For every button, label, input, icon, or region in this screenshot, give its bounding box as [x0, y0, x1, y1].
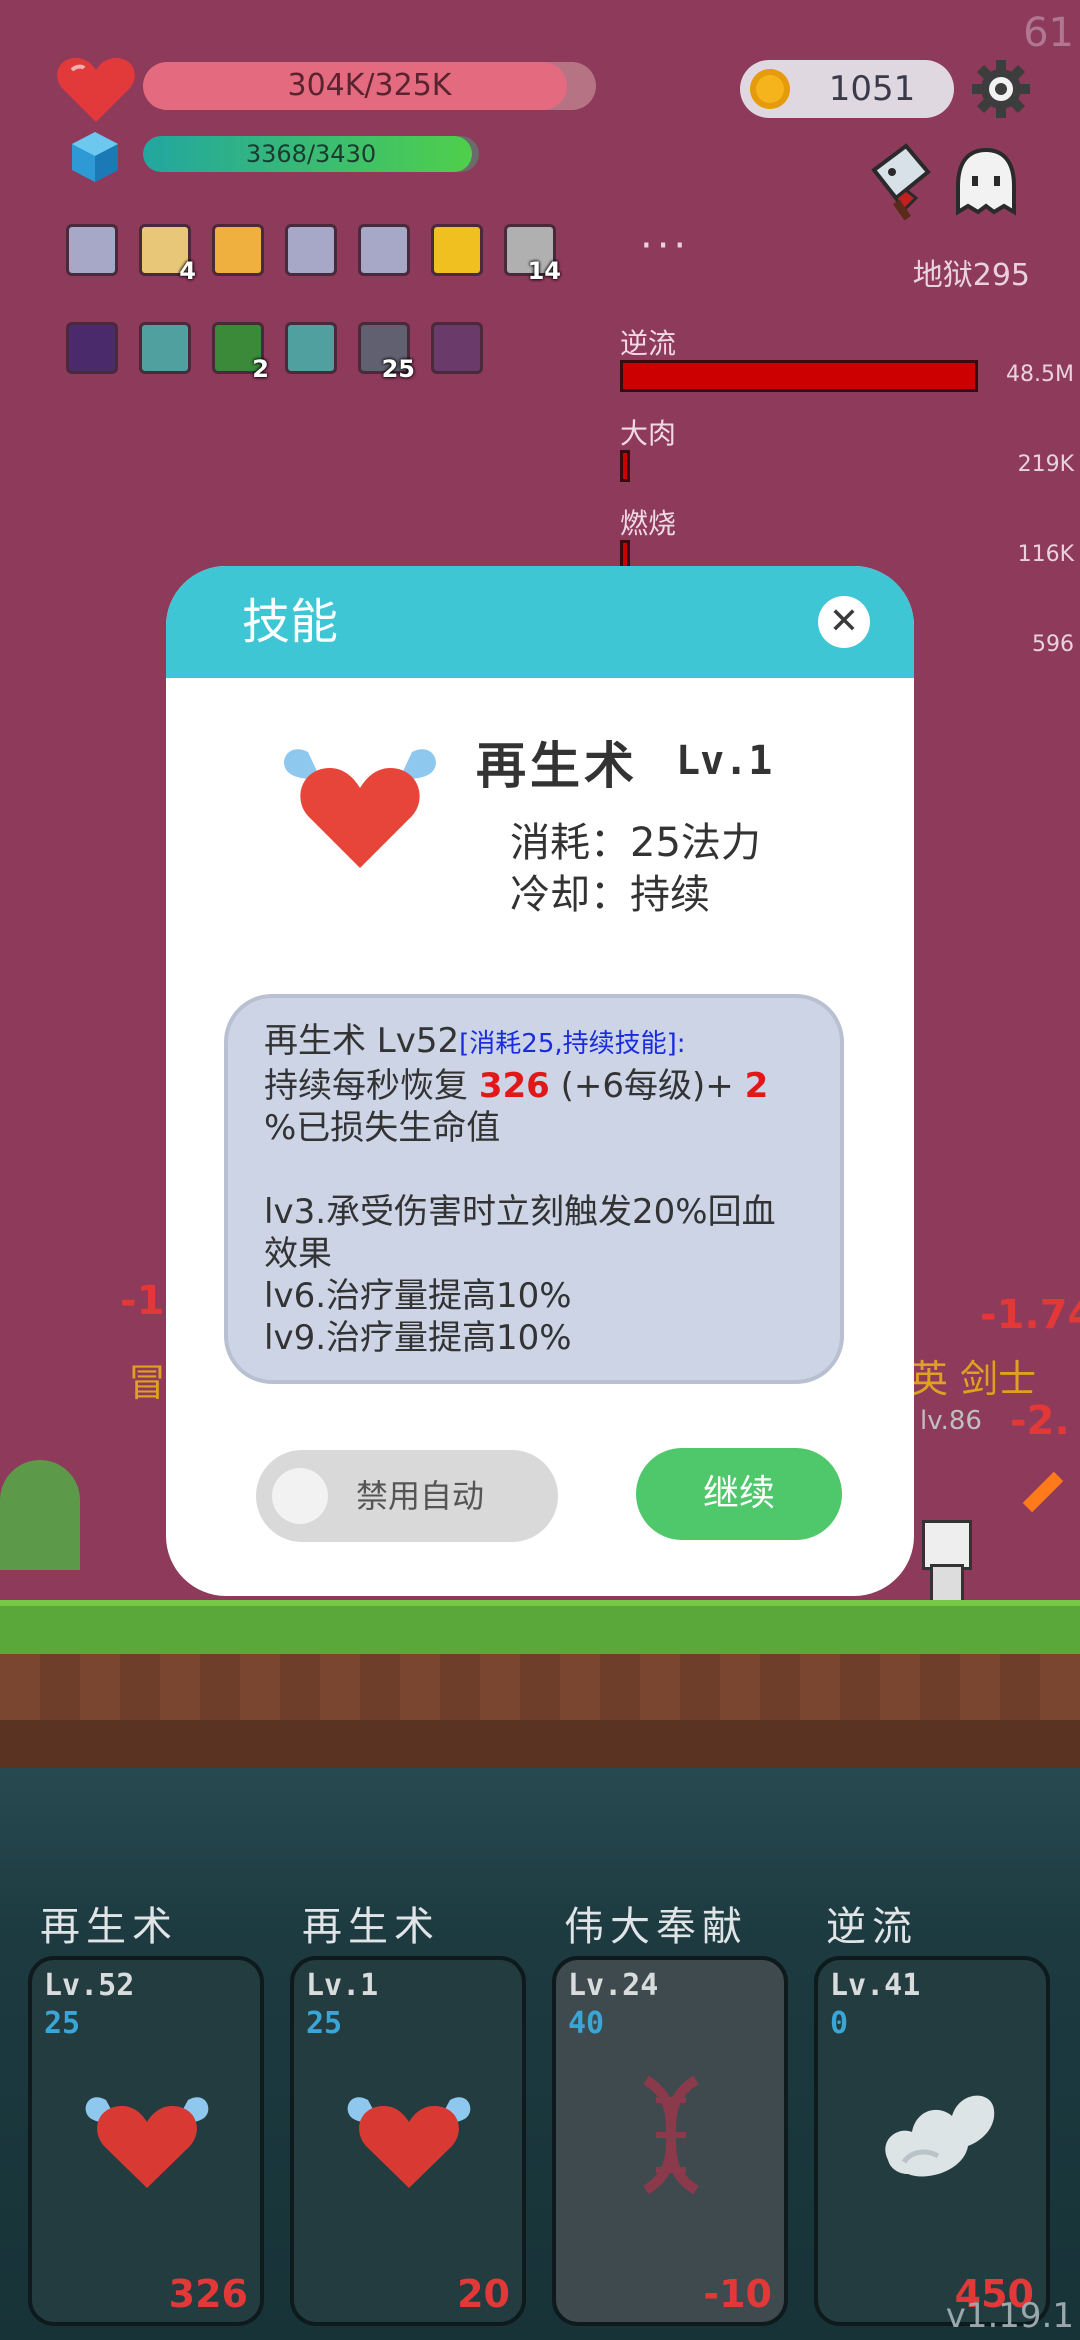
skill-card-title: 再生术: [40, 1904, 178, 1950]
skill-card-cost: 0: [830, 2006, 849, 2041]
skill-card-value: 326: [168, 2272, 248, 2316]
skill-card-cost: 25: [44, 2006, 81, 2041]
winged-heart-icon: [82, 2070, 212, 2200]
skill-card-title: 伟大奉献: [564, 1904, 748, 1950]
skill-card-title: 再生术: [302, 1904, 440, 1950]
skill-card-title: 逆流: [826, 1904, 918, 1950]
skill-card-value: -10: [703, 2272, 772, 2316]
version-label: v1.19.1: [945, 2296, 1074, 2336]
skill-card-level: Lv.41: [830, 1968, 921, 2003]
skill-card-value: 20: [457, 2272, 510, 2316]
skill-card-level: Lv.24: [568, 1968, 659, 2003]
skill-card-level: Lv.1: [306, 1968, 379, 2003]
dna-icon: [606, 2070, 736, 2200]
skill-card-cost: 40: [568, 2006, 605, 2041]
skill-cards: 再生术 Lv.52 25 326 再生术 Lv.1 25 20 伟大奉献 Lv.24 40 -10 逆流…: [0, 0, 1080, 2340]
skill-card[interactable]: Lv.41 0 450: [814, 1956, 1050, 2326]
skill-card-level: Lv.52: [44, 1968, 135, 2003]
skill-card[interactable]: Lv.52 25 326: [28, 1956, 264, 2326]
cloud-wing-icon: [868, 2070, 998, 2200]
skill-card-cost: 25: [306, 2006, 343, 2041]
skill-card[interactable]: Lv.24 40 -10: [552, 1956, 788, 2326]
winged-heart-icon: [344, 2070, 474, 2200]
skill-card[interactable]: Lv.1 25 20: [290, 1956, 526, 2326]
